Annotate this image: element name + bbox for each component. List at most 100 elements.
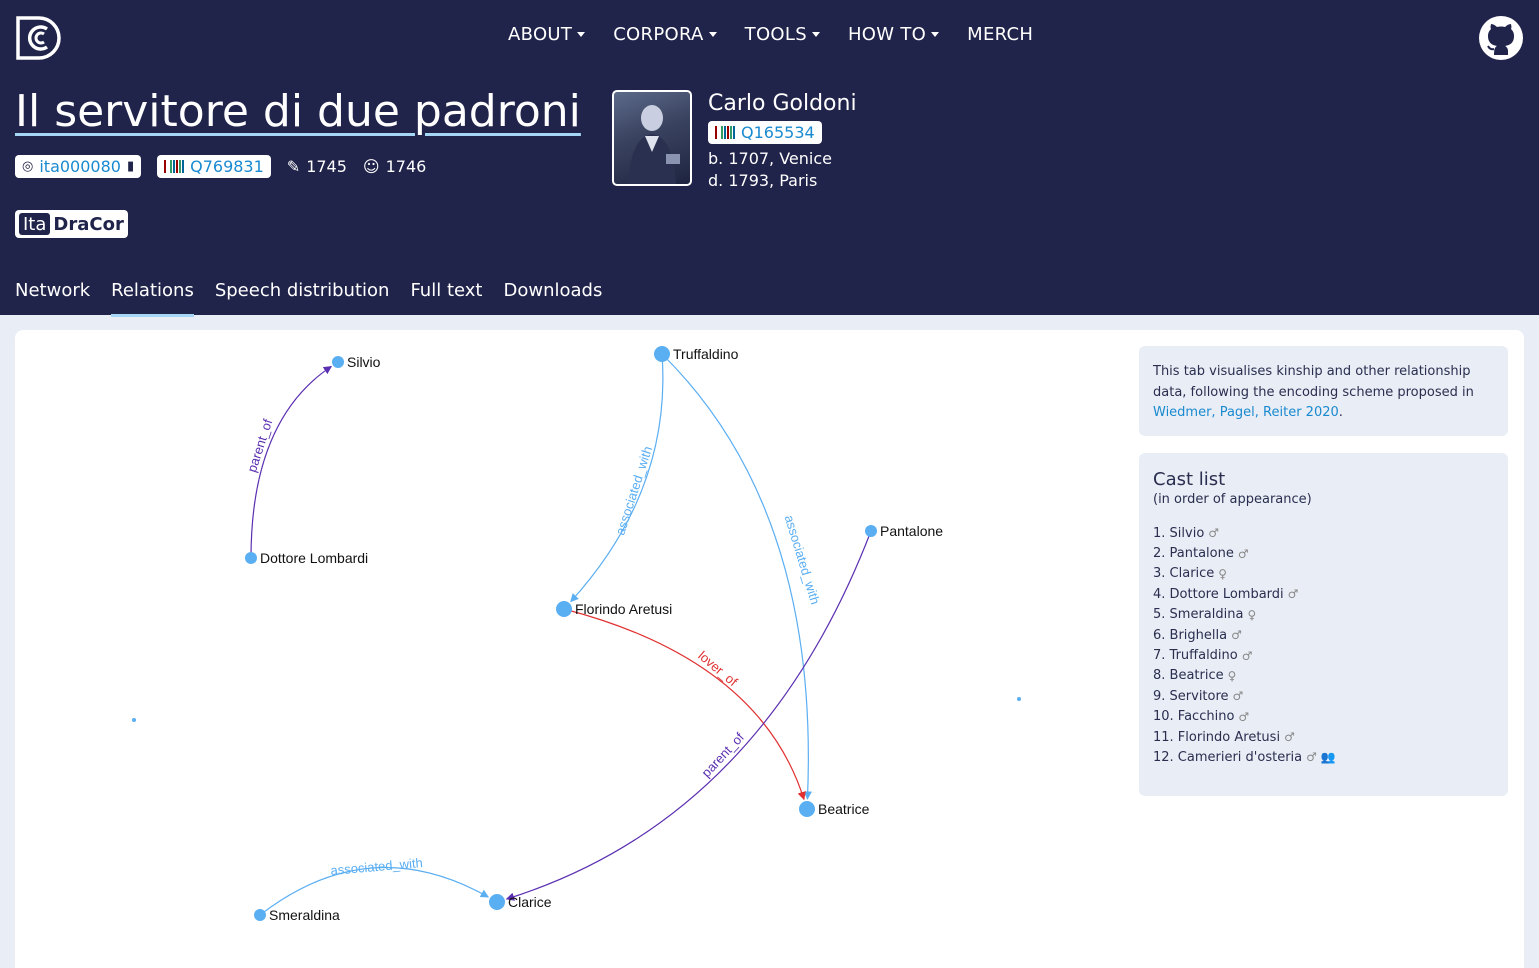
female-icon: ♀ bbox=[1247, 607, 1257, 622]
relations-graph[interactable]: parent_of associated_withassociated_withl… bbox=[15, 330, 1125, 968]
cast-item-name: 9. Servitore bbox=[1153, 688, 1229, 704]
author-name[interactable]: Carlo Goldoni bbox=[708, 91, 857, 116]
cast-item-name: 10. Facchino bbox=[1153, 709, 1235, 725]
cast-item: 9. Servitore ♂ bbox=[1153, 686, 1494, 706]
character-node[interactable] bbox=[1017, 697, 1021, 701]
cast-item: 3. Clarice ♀ bbox=[1153, 564, 1494, 584]
author-birth: b. 1707, Venice bbox=[708, 149, 832, 168]
author-wikidata-id: Q165534 bbox=[741, 123, 815, 142]
nav-how-to[interactable]: HOW TO bbox=[848, 24, 940, 45]
play-id-badge[interactable]: ◎ ita000080 ▮ bbox=[15, 155, 142, 178]
cast-item: 4. Dottore Lombardi ♂ bbox=[1153, 584, 1494, 604]
edge-label: associated_with bbox=[612, 444, 655, 537]
nav-about-label: ABOUT bbox=[508, 24, 573, 45]
relations-info: This tab visualises kinship and other re… bbox=[1139, 346, 1508, 436]
chevron-down-icon bbox=[811, 32, 820, 37]
male-icon: ♂ bbox=[1232, 689, 1244, 704]
dracor-logo-icon[interactable] bbox=[15, 15, 61, 61]
group-icon: 👥 bbox=[1320, 750, 1336, 765]
tab-network[interactable]: Network bbox=[15, 280, 90, 311]
node-label: Florindo Aretusi bbox=[575, 601, 672, 617]
tab-downloads[interactable]: Downloads bbox=[503, 280, 602, 311]
nav-merch[interactable]: MERCH bbox=[967, 24, 1033, 45]
male-icon: ♂ bbox=[1238, 709, 1250, 724]
tab-speech-distribution[interactable]: Speech distribution bbox=[215, 280, 390, 311]
male-icon: ♂ bbox=[1237, 546, 1249, 561]
cast-item: 7. Truffaldino ♂ bbox=[1153, 645, 1494, 665]
nav-tools-label: TOOLS bbox=[744, 24, 807, 45]
edge-label: parent_of bbox=[244, 417, 275, 474]
cast-item-name: 3. Clarice bbox=[1153, 566, 1215, 582]
female-icon: ♀ bbox=[1227, 668, 1237, 683]
character-node[interactable] bbox=[332, 356, 344, 368]
character-node[interactable] bbox=[865, 525, 877, 537]
site-header: ABOUT CORPORA TOOLS HOW TO MERCH Il serv… bbox=[0, 0, 1539, 317]
cast-item: 11. Florindo Aretusi ♂ bbox=[1153, 727, 1494, 747]
chevron-down-icon bbox=[931, 32, 940, 37]
node-label: Truffaldino bbox=[673, 346, 739, 362]
corpus-name: DraCor bbox=[53, 213, 124, 235]
info-text: This tab visualises kinship and other re… bbox=[1153, 364, 1474, 400]
cast-item-name: 11. Florindo Aretusi bbox=[1153, 729, 1281, 745]
play-wikidata-badge[interactable]: Q769831 bbox=[157, 155, 271, 178]
written-year: ✎ 1745 bbox=[287, 157, 347, 176]
cast-item-name: 1. Silvio bbox=[1153, 525, 1205, 541]
theater-masks-icon: ☺ bbox=[362, 157, 380, 176]
dracor-small-icon: ◎ bbox=[22, 159, 34, 174]
chevron-down-icon bbox=[577, 32, 586, 37]
cast-item: 10. Facchino ♂ bbox=[1153, 707, 1494, 727]
author-wikidata-badge[interactable]: Q165534 bbox=[708, 121, 822, 144]
clipboard-icon[interactable]: ▮ bbox=[127, 159, 134, 174]
info-citation-link[interactable]: Wiedmer, Pagel, Reiter 2020 bbox=[1153, 405, 1339, 420]
play-title[interactable]: Il servitore di due padroni bbox=[15, 86, 581, 137]
male-icon: ♂ bbox=[1208, 526, 1220, 541]
node-label: Beatrice bbox=[818, 801, 870, 817]
cast-item: 6. Brighella ♂ bbox=[1153, 625, 1494, 645]
cast-item: 8. Beatrice ♀ bbox=[1153, 666, 1494, 686]
character-node[interactable] bbox=[556, 601, 572, 617]
corpus-prefix: Ita bbox=[19, 213, 51, 235]
tab-relations[interactable]: Relations bbox=[111, 280, 194, 317]
female-icon: ♀ bbox=[1218, 566, 1228, 581]
play-tabs: Network Relations Speech distribution Fu… bbox=[15, 280, 602, 317]
cast-item-name: 4. Dottore Lombardi bbox=[1153, 586, 1284, 602]
relation-edge[interactable] bbox=[563, 608, 806, 801]
male-icon: ♂ bbox=[1284, 730, 1295, 745]
character-node[interactable] bbox=[489, 894, 505, 910]
tab-full-text[interactable]: Full text bbox=[410, 280, 482, 311]
edge-label: parent_of bbox=[698, 729, 747, 780]
cast-item-name: 7. Truffaldino bbox=[1153, 648, 1238, 664]
cast-item: 1. Silvio ♂ bbox=[1153, 523, 1494, 543]
nav-corpora[interactable]: CORPORA bbox=[613, 24, 717, 45]
cast-item-name: 8. Beatrice bbox=[1153, 668, 1224, 684]
main-nav: ABOUT CORPORA TOOLS HOW TO MERCH bbox=[508, 24, 1033, 45]
nav-about[interactable]: ABOUT bbox=[508, 24, 586, 45]
character-node[interactable] bbox=[245, 552, 257, 564]
corpus-badge[interactable]: Ita DraCor bbox=[15, 210, 128, 238]
cast-item: 2. Pantalone ♂ bbox=[1153, 543, 1494, 563]
cast-title: Cast list bbox=[1153, 469, 1226, 490]
node-label: Silvio bbox=[347, 354, 381, 370]
cast-item-name: 5. Smeraldina bbox=[1153, 607, 1244, 623]
male-icon: ♂ bbox=[1287, 587, 1299, 602]
relation-edge[interactable] bbox=[570, 353, 664, 603]
relation-edge[interactable] bbox=[250, 365, 333, 559]
info-after: . bbox=[1338, 405, 1343, 420]
nav-tools[interactable]: TOOLS bbox=[745, 24, 820, 45]
character-node[interactable] bbox=[254, 909, 266, 921]
cast-list: 1. Silvio ♂ 2. Pantalone ♂ 3. Clarice ♀ 4. Dot… bbox=[1153, 523, 1494, 768]
premiere-year-value: 1746 bbox=[385, 157, 427, 176]
male-icon: ♂ bbox=[1231, 628, 1242, 643]
cast-list-panel: Cast list (in order of appearance) 1. Si… bbox=[1139, 453, 1508, 796]
character-node[interactable] bbox=[799, 801, 815, 817]
github-icon[interactable] bbox=[1478, 15, 1524, 61]
node-label: Smeraldina bbox=[269, 907, 340, 923]
play-meta: ◎ ita000080 ▮ Q769831 ✎ 1745 ☺ 1746 bbox=[15, 155, 426, 178]
character-node[interactable] bbox=[654, 346, 670, 362]
author-death: d. 1793, Paris bbox=[708, 171, 818, 190]
character-node[interactable] bbox=[132, 718, 136, 722]
wikidata-icon bbox=[164, 160, 185, 173]
cast-item-name: 12. Camerieri d'osteria bbox=[1153, 749, 1303, 765]
nav-merch-label: MERCH bbox=[967, 24, 1034, 45]
cast-item: 5. Smeraldina ♀ bbox=[1153, 605, 1494, 625]
